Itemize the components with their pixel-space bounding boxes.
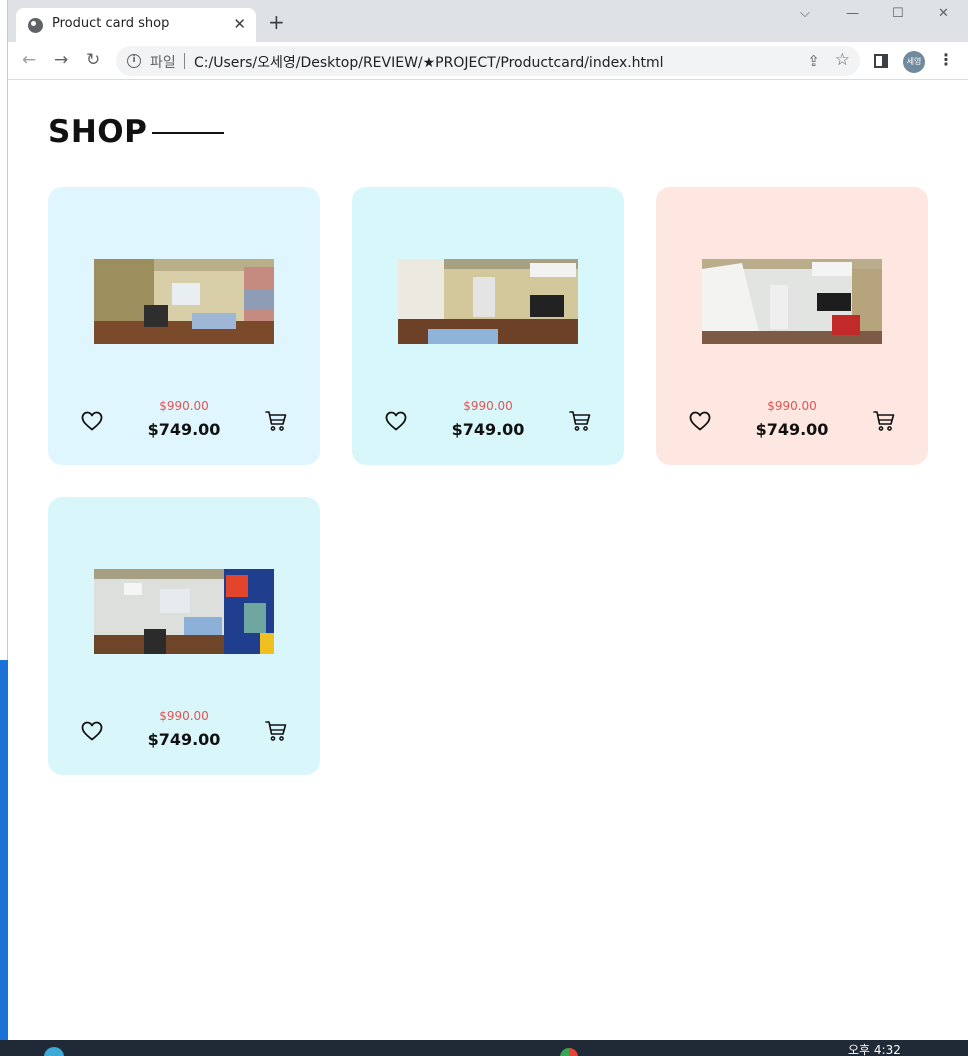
scheme-label: 파일 (150, 55, 176, 71)
product-card[interactable]: $990.00 $749.00 (48, 187, 320, 465)
reload-button[interactable]: ↻ (86, 50, 100, 70)
cart-icon[interactable] (872, 409, 896, 433)
tab-title: Product card shop (52, 16, 170, 31)
page-heading: SHOP (48, 114, 225, 150)
address-bar[interactable]: i 파일 C:/Users/오세영/Desktop/REVIEW/★PROJEC… (116, 46, 860, 76)
chrome-icon[interactable] (560, 1048, 578, 1056)
desktop-wallpaper (0, 660, 8, 1040)
new-tab-button[interactable]: + (268, 12, 285, 32)
avatar[interactable]: 세영 (903, 51, 925, 73)
taskbar: 오후 4:32 (0, 1040, 968, 1056)
url-text[interactable]: C:/Users/오세영/Desktop/REVIEW/★PROJECT/Pro… (194, 52, 664, 72)
maximize-button[interactable]: ☐ (892, 6, 904, 21)
tab-active[interactable]: Product card shop ✕ (16, 8, 256, 42)
bookmark-star-icon[interactable]: ☆ (835, 50, 850, 70)
globe-icon (28, 18, 43, 33)
product-photo (398, 259, 578, 344)
divider (184, 53, 185, 69)
browser-toolbar: ← → ↻ i 파일 C:/Users/오세영/Desktop/REVIEW/★… (8, 42, 968, 80)
cart-icon[interactable] (264, 409, 288, 433)
product-photo (94, 569, 274, 654)
tab-close-button[interactable]: ✕ (233, 15, 246, 33)
product-card[interactable]: $990.00 $749.00 (48, 497, 320, 775)
close-window-button[interactable]: ✕ (938, 6, 949, 21)
menu-icon[interactable]: ⋮ (938, 50, 954, 69)
clock: 오후 4:32 (848, 1043, 901, 1056)
site-info-icon[interactable]: i (127, 54, 141, 68)
desktop-edge (0, 0, 8, 1040)
app-icon[interactable] (44, 1047, 64, 1056)
forward-button[interactable]: → (54, 50, 68, 70)
tab-strip: Product card shop ✕ + ⌵ — ☐ ✕ (8, 0, 968, 42)
title-underline (152, 132, 225, 134)
page-title: SHOP (48, 114, 148, 150)
back-button[interactable]: ← (22, 50, 36, 70)
side-panel-icon[interactable] (874, 54, 888, 68)
cart-icon[interactable] (264, 719, 288, 743)
product-grid: $990.00 $749.00 $990.00 $749.00 $990.00 … (48, 187, 928, 775)
minimize-button[interactable]: — (846, 6, 859, 21)
page-content: SHOP $990.00 $749.00 $990.00 $749.00 $99… (8, 80, 968, 1040)
product-card[interactable]: $990.00 $749.00 (352, 187, 624, 465)
tab-search-icon[interactable]: ⌵ (800, 6, 810, 21)
cart-icon[interactable] (568, 409, 592, 433)
product-photo (702, 259, 882, 344)
browser-window: Product card shop ✕ + ⌵ — ☐ ✕ ← → ↻ i 파일… (8, 0, 968, 1040)
product-card[interactable]: $990.00 $749.00 (656, 187, 928, 465)
share-icon[interactable]: ⇪ (807, 52, 820, 70)
product-photo (94, 259, 274, 344)
